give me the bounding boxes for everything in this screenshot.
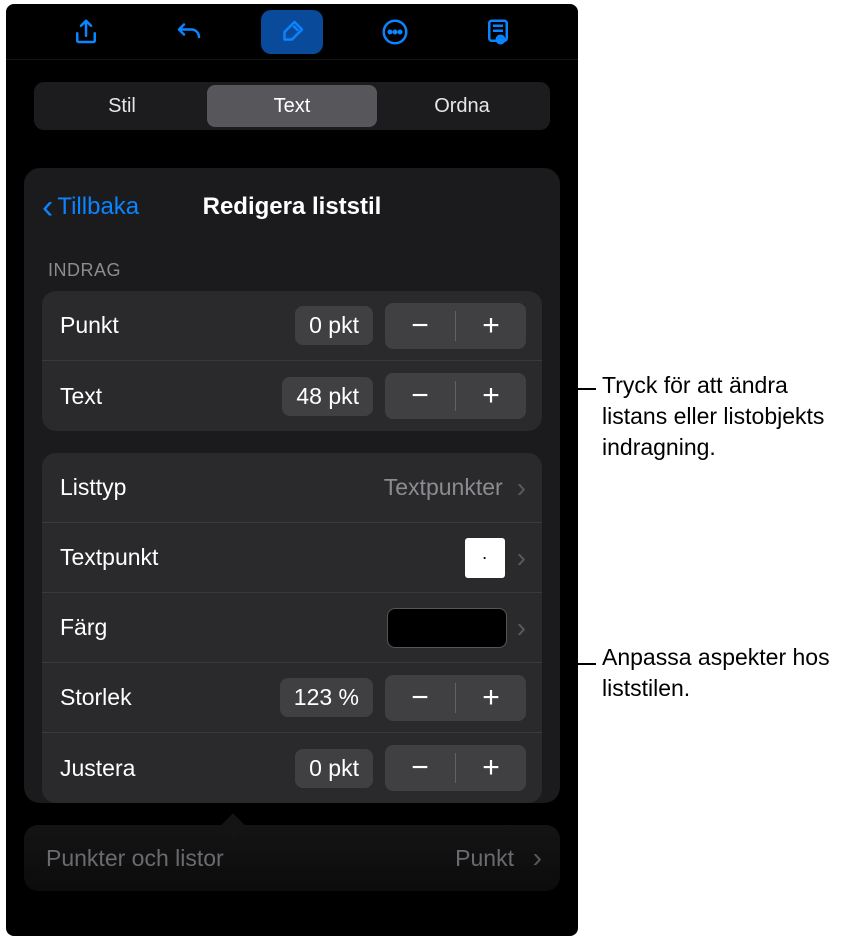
row-farg[interactable]: Färg ›	[42, 593, 542, 663]
annotations: Tryck för att ändra listans eller listob…	[580, 0, 850, 945]
document-view-icon	[483, 17, 513, 47]
punkt-minus-button[interactable]: −	[385, 303, 455, 349]
color-swatch	[387, 608, 507, 648]
chevron-right-icon: ›	[517, 612, 526, 644]
row-listtyp[interactable]: Listtyp Textpunkter ›	[42, 453, 542, 523]
justera-plus-button[interactable]: +	[456, 745, 526, 791]
format-brush-button[interactable]	[261, 10, 323, 54]
chevron-right-icon: ›	[517, 542, 526, 574]
row-punkt-indent: Punkt 0 pkt − +	[42, 291, 542, 361]
row-text-indent: Text 48 pkt − +	[42, 361, 542, 431]
listtyp-label: Listtyp	[60, 474, 384, 501]
justera-minus-button[interactable]: −	[385, 745, 455, 791]
row-justera: Justera 0 pkt − +	[42, 733, 542, 803]
row-punkter-och-listor[interactable]: Punkter och listor Punkt ›	[24, 825, 560, 891]
brush-icon	[277, 17, 307, 47]
style-card: Listtyp Textpunkter › Textpunkt · › Färg…	[42, 453, 542, 803]
text-indent-stepper: − +	[385, 373, 526, 419]
undo-button[interactable]	[158, 10, 220, 54]
indent-card: Punkt 0 pkt − + Text 48 pkt − +	[42, 291, 542, 431]
tab-bar: Stil Text Ordna	[6, 60, 578, 140]
ghost-value: Punkt	[455, 845, 514, 872]
justera-value[interactable]: 0 pkt	[295, 749, 373, 788]
tab-ordna[interactable]: Ordna	[377, 85, 547, 127]
callout-style-text: Anpassa aspekter hos liststilen.	[602, 642, 850, 704]
storlek-minus-button[interactable]: −	[385, 675, 455, 721]
justera-label: Justera	[60, 755, 295, 782]
bracket-indent	[566, 320, 578, 456]
popover-notch	[220, 813, 245, 838]
callout-indent-text: Tryck för att ändra listans eller listob…	[602, 370, 850, 463]
undo-icon	[174, 17, 204, 47]
punkt-value[interactable]: 0 pkt	[295, 306, 373, 345]
bullet-preview: ·	[465, 538, 505, 578]
storlek-value[interactable]: 123 %	[280, 678, 373, 717]
textpunkt-label: Textpunkt	[60, 544, 465, 571]
storlek-label: Storlek	[60, 684, 280, 711]
storlek-stepper: − +	[385, 675, 526, 721]
share-icon	[71, 17, 101, 47]
more-icon	[380, 17, 410, 47]
edit-list-style-panel: ‹ Tillbaka Redigera liststil INDRAG Punk…	[24, 168, 560, 803]
lead-line	[578, 663, 596, 665]
back-button[interactable]: ‹ Tillbaka	[42, 190, 139, 224]
punkt-label: Punkt	[60, 312, 295, 339]
tab-text[interactable]: Text	[207, 85, 377, 127]
punkt-stepper: − +	[385, 303, 526, 349]
justera-stepper: − +	[385, 745, 526, 791]
tab-stil[interactable]: Stil	[37, 85, 207, 127]
more-button[interactable]	[364, 10, 426, 54]
top-toolbar	[6, 4, 578, 60]
listtyp-value: Textpunkter	[384, 474, 503, 501]
storlek-plus-button[interactable]: +	[456, 675, 526, 721]
chevron-right-icon: ›	[533, 842, 542, 874]
app-window: Stil Text Ordna ‹ Tillbaka Redigera list…	[6, 4, 578, 936]
text-plus-button[interactable]: +	[456, 373, 526, 419]
view-mode-button[interactable]	[467, 10, 529, 54]
ghost-label: Punkter och listor	[46, 845, 224, 872]
lead-line	[578, 388, 596, 390]
bracket-style	[566, 486, 578, 840]
text-indent-label: Text	[60, 383, 282, 410]
text-indent-value[interactable]: 48 pkt	[282, 377, 373, 416]
row-textpunkt[interactable]: Textpunkt · ›	[42, 523, 542, 593]
chevron-right-icon: ›	[517, 472, 526, 504]
chevron-left-icon: ‹	[42, 190, 53, 224]
text-minus-button[interactable]: −	[385, 373, 455, 419]
back-label: Tillbaka	[57, 193, 139, 221]
farg-label: Färg	[60, 614, 387, 641]
row-storlek: Storlek 123 % − +	[42, 663, 542, 733]
share-button[interactable]	[55, 10, 117, 54]
section-indrag-label: INDRAG	[24, 240, 560, 291]
punkt-plus-button[interactable]: +	[456, 303, 526, 349]
